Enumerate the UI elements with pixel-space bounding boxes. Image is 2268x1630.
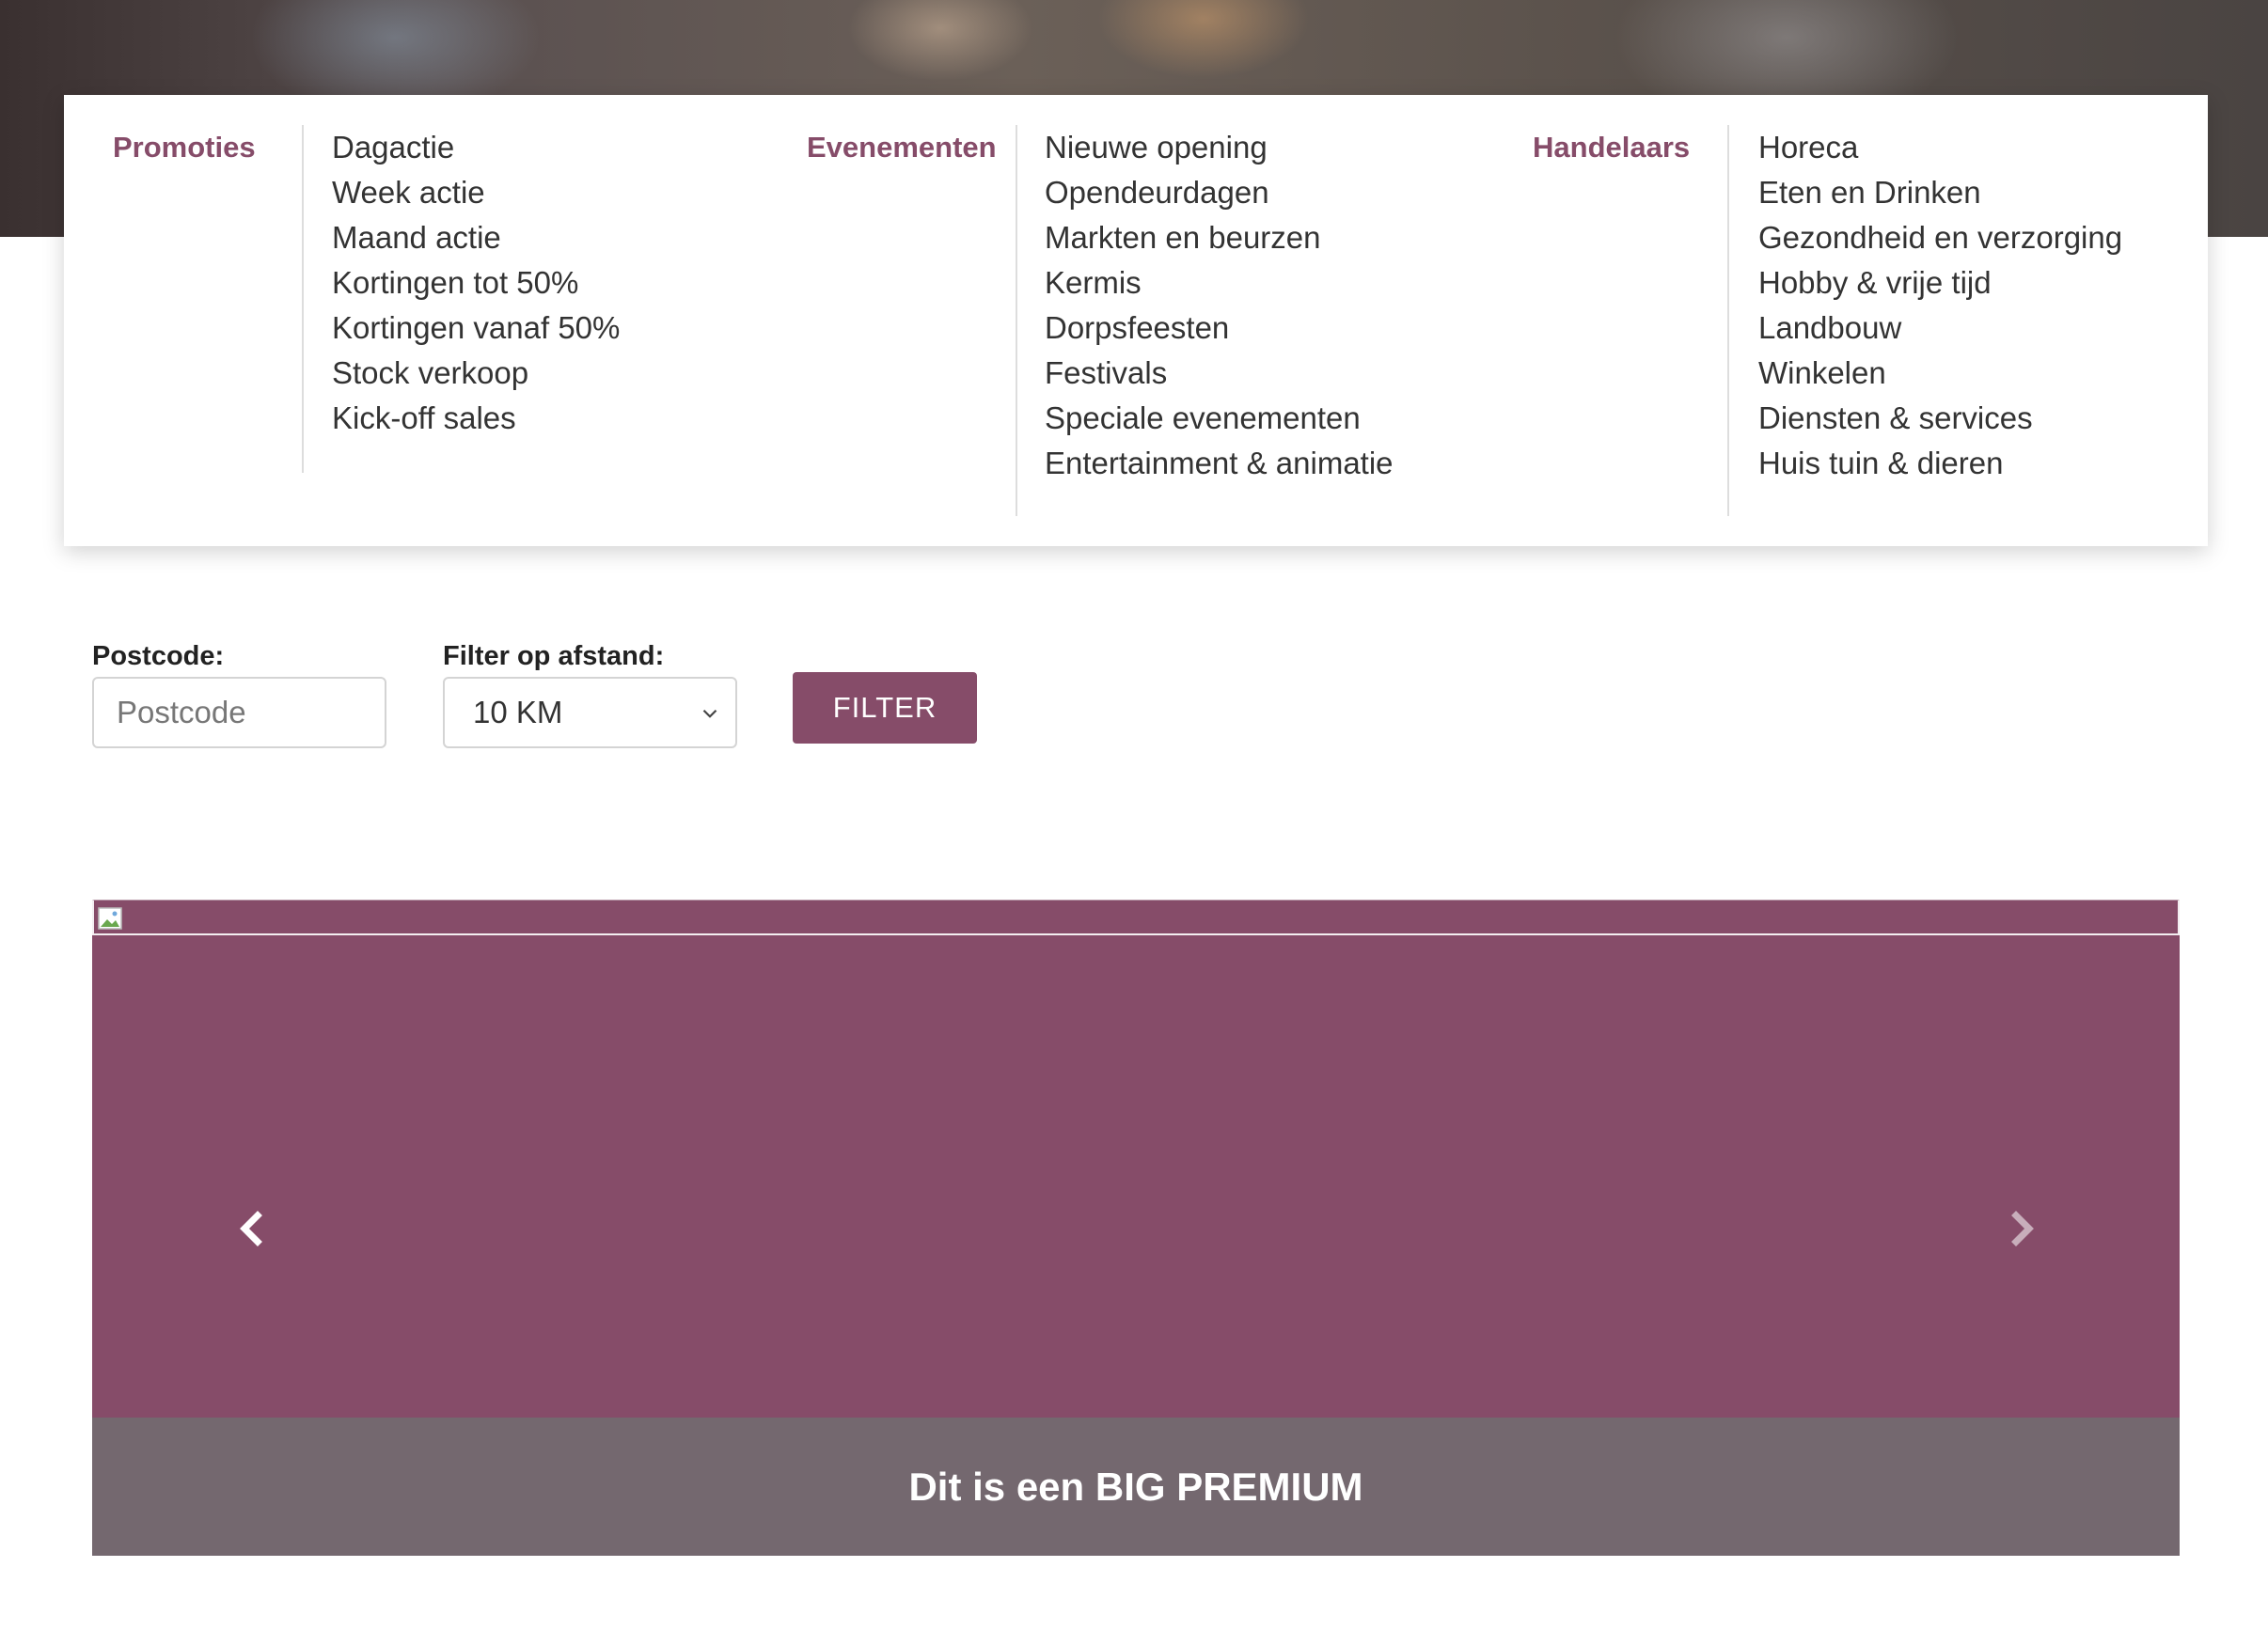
page: Promoties Dagactie Week actie Maand acti…	[0, 0, 2268, 1630]
menu-item[interactable]: Kortingen vanaf 50%	[332, 306, 620, 351]
menu-item[interactable]: Winkelen	[1758, 351, 2122, 396]
menu-group-title-promoties[interactable]: Promoties	[113, 131, 256, 165]
menu-group-title-handelaars[interactable]: Handelaars	[1533, 131, 1690, 165]
menu-item[interactable]: Stock verkoop	[332, 351, 620, 396]
menu-item[interactable]: Kick-off sales	[332, 396, 620, 441]
carousel-caption-bar: Dit is een BIG PREMIUM	[92, 1418, 2180, 1556]
premium-carousel: Dit is een BIG PREMIUM	[92, 900, 2180, 1556]
menu-divider	[1727, 125, 1729, 516]
menu-list-handelaars: Horeca Eten en Drinken Gezondheid en ver…	[1758, 125, 2122, 486]
menu-list-evenementen: Nieuwe opening Opendeurdagen Markten en …	[1045, 125, 1394, 486]
menu-item[interactable]: Opendeurdagen	[1045, 170, 1394, 215]
postcode-label: Postcode:	[92, 641, 225, 671]
menu-list-promoties: Dagactie Week actie Maand actie Kortinge…	[332, 125, 620, 441]
menu-divider	[1016, 125, 1017, 516]
menu-item[interactable]: Entertainment & animatie	[1045, 441, 1394, 486]
chevron-right-icon[interactable]	[1993, 1200, 2050, 1257]
distance-select[interactable]: 10 KM	[443, 677, 737, 748]
menu-item[interactable]: Festivals	[1045, 351, 1394, 396]
chevron-left-icon[interactable]	[224, 1200, 280, 1257]
menu-item[interactable]: Eten en Drinken	[1758, 170, 2122, 215]
menu-item[interactable]: Maand actie	[332, 215, 620, 260]
menu-item[interactable]: Huis tuin & dieren	[1758, 441, 2122, 486]
menu-item[interactable]: Gezondheid en verzorging	[1758, 215, 2122, 260]
menu-group-title-evenementen[interactable]: Evenementen	[807, 131, 997, 165]
menu-item[interactable]: Speciale evenementen	[1045, 396, 1394, 441]
filter-button[interactable]: FILTER	[793, 672, 977, 744]
menu-item[interactable]: Kermis	[1045, 260, 1394, 306]
menu-item[interactable]: Diensten & services	[1758, 396, 2122, 441]
menu-item[interactable]: Landbouw	[1758, 306, 2122, 351]
menu-item[interactable]: Dagactie	[332, 125, 620, 170]
menu-item[interactable]: Week actie	[332, 170, 620, 215]
carousel-caption: Dit is een BIG PREMIUM	[908, 1464, 1363, 1509]
menu-item[interactable]: Horeca	[1758, 125, 2122, 170]
distance-label: Filter op afstand:	[443, 641, 665, 671]
menu-item[interactable]: Hobby & vrije tijd	[1758, 260, 2122, 306]
menu-item[interactable]: Dorpsfeesten	[1045, 306, 1394, 351]
menu-divider	[302, 125, 304, 473]
menu-item[interactable]: Nieuwe opening	[1045, 125, 1394, 170]
carousel-image	[92, 900, 2180, 935]
chevron-down-icon	[702, 709, 717, 718]
distance-selected-value: 10 KM	[473, 695, 563, 729]
menu-item[interactable]: Kortingen tot 50%	[332, 260, 620, 306]
mega-menu: Promoties Dagactie Week actie Maand acti…	[64, 95, 2208, 546]
menu-item[interactable]: Markten en beurzen	[1045, 215, 1394, 260]
broken-image-icon	[98, 907, 122, 930]
postcode-input[interactable]	[92, 677, 386, 748]
